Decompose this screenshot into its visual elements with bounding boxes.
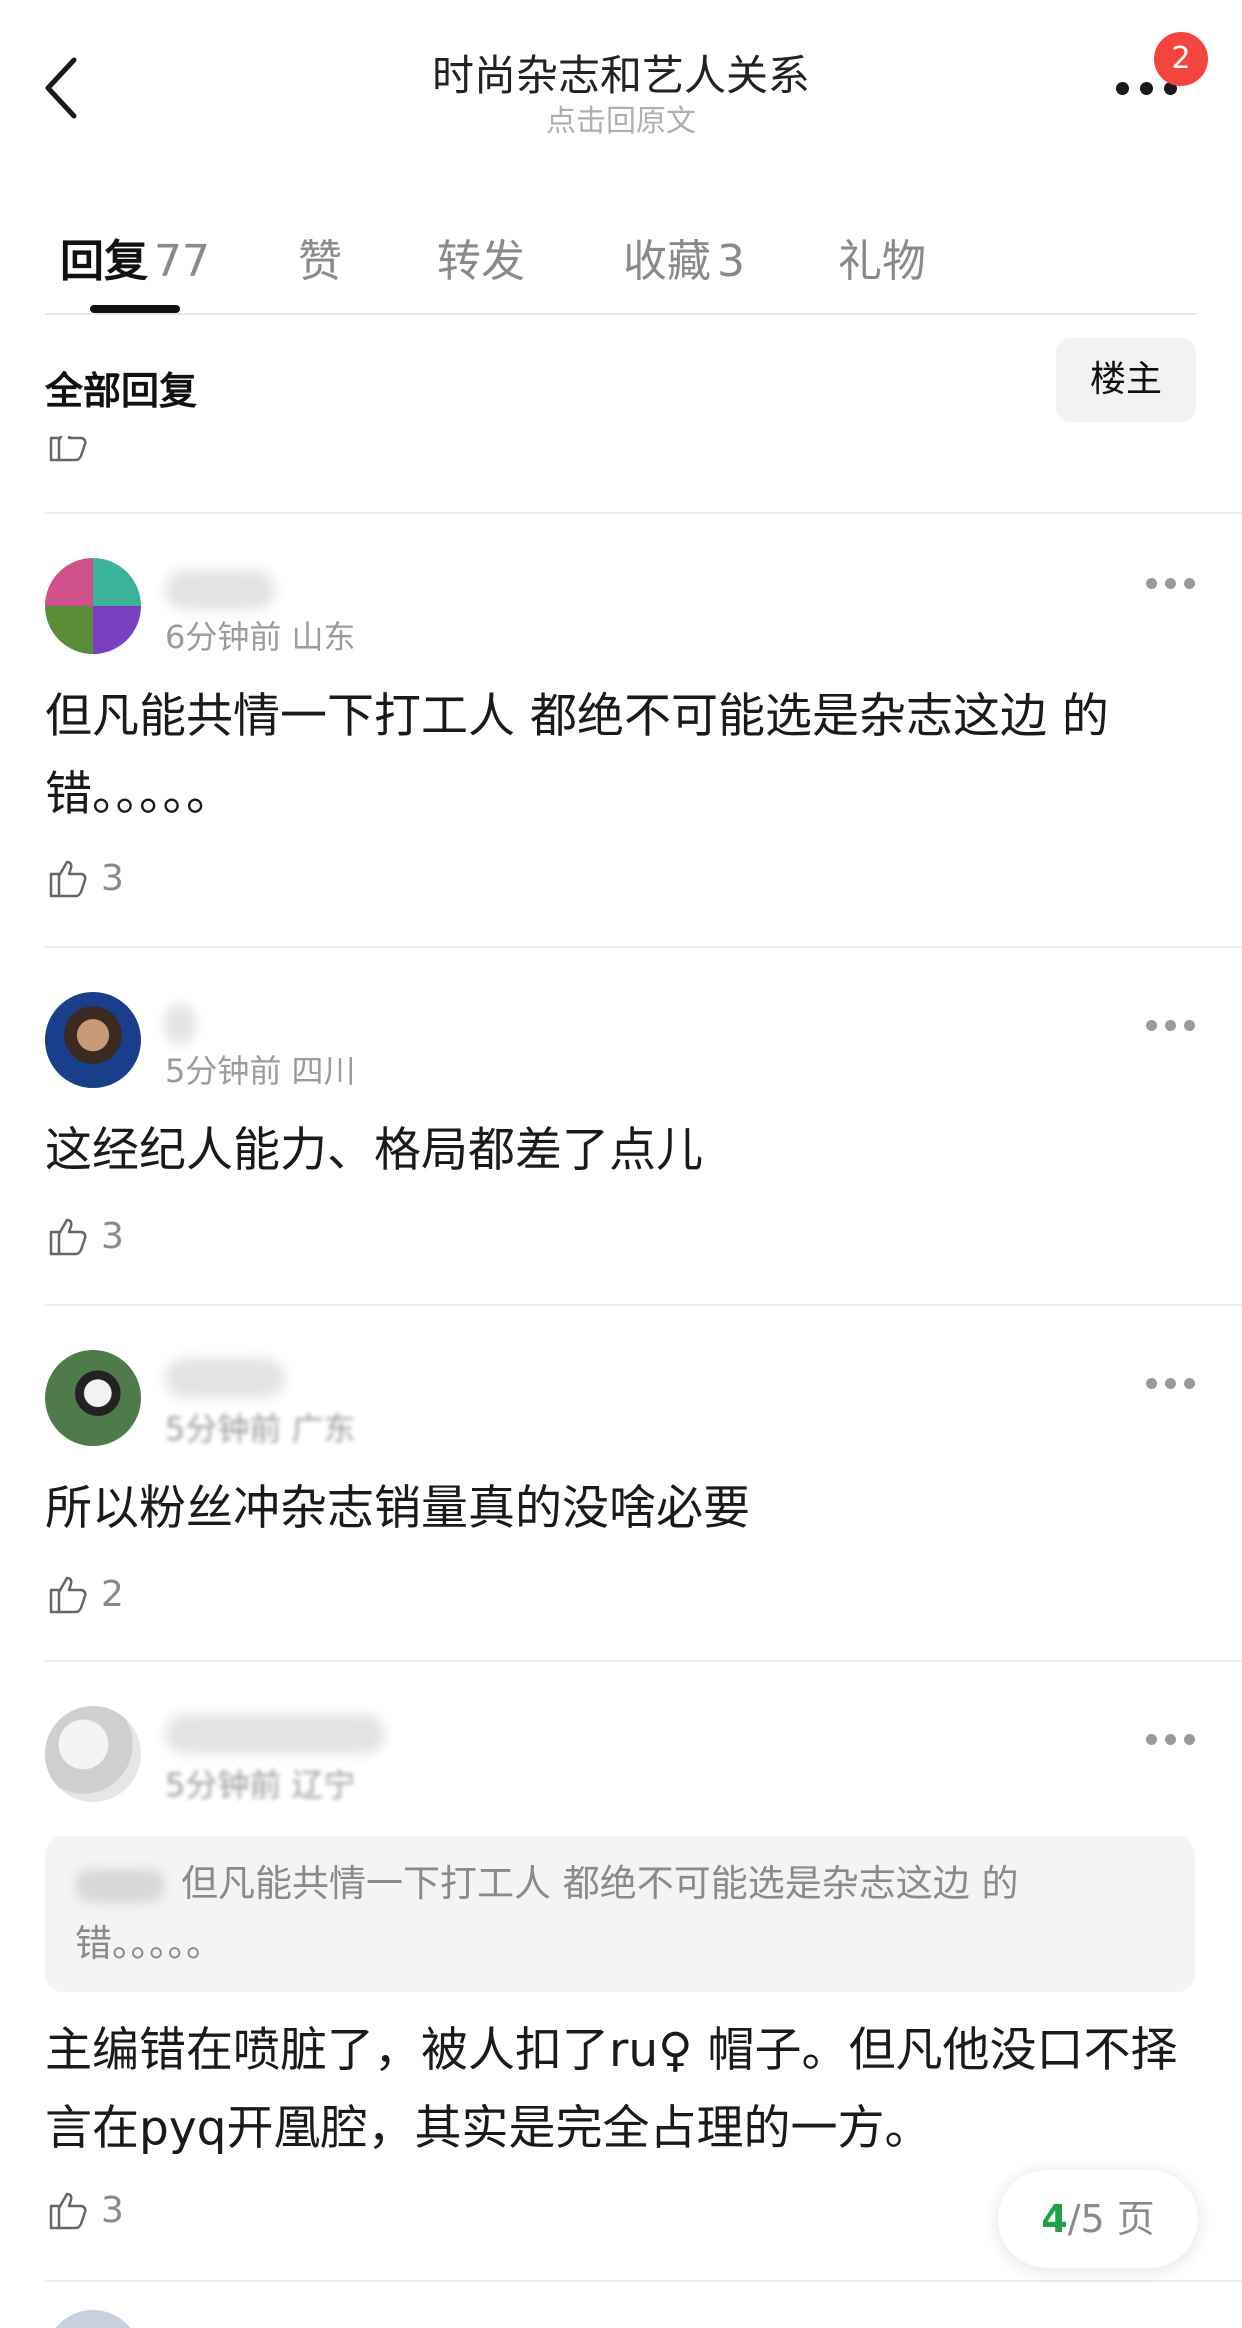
page-indicator[interactable]: 4/5 页 — [998, 2170, 1198, 2268]
comment-meta: 5分钟前 辽宁 — [165, 1766, 356, 1804]
more-horizontal-icon — [1146, 1734, 1157, 1745]
tab-label: 赞 — [298, 236, 342, 287]
page-title[interactable]: 时尚杂志和艺人关系 — [0, 42, 1242, 103]
divider — [45, 2280, 1242, 2282]
more-dot — [1184, 1378, 1195, 1389]
username-blurred[interactable] — [165, 1358, 285, 1398]
tab-label: 礼物 — [838, 236, 926, 287]
like-button[interactable]: 3 — [45, 2182, 124, 2238]
avatar[interactable] — [45, 1706, 141, 1802]
thumbs-up-icon — [45, 436, 95, 466]
tab-active-indicator — [90, 305, 180, 313]
header: 时尚杂志和艺人关系 点击回原文 2 — [0, 0, 1242, 150]
quoted-text: 但凡能共情一下打工人 都绝不可能选是杂志这边 的错。。。。。 — [75, 1862, 1019, 1965]
total-pages: /5 页 — [1067, 2197, 1155, 2241]
thumbs-up-icon — [49, 1576, 87, 1614]
comment-more-button[interactable] — [1146, 574, 1198, 594]
comment-text: 主编错在喷脏了，被人扣了ru♀ 帽子。但凡他没口不择言在pyq开凰腔，其实是完全… — [45, 2023, 1178, 2156]
quoted-username-blurred — [75, 1868, 165, 1903]
more-dot — [1140, 82, 1153, 95]
like-button[interactable]: 3 — [45, 1208, 124, 1264]
more-dot — [1184, 1734, 1195, 1745]
divider — [45, 946, 1242, 948]
current-page: 4 — [1041, 2197, 1068, 2241]
thumbs-up-icon — [49, 860, 87, 898]
avatar[interactable] — [45, 2310, 141, 2328]
more-dot — [1165, 1378, 1176, 1389]
tab-label: 回复 — [60, 236, 148, 287]
all-replies-label: 全部回复 — [45, 369, 198, 413]
like-count: 3 — [101, 857, 124, 899]
tab-label: 收藏 — [623, 236, 711, 287]
like-count: 2 — [101, 1573, 124, 1615]
tab-bar: 回复 77 赞 转发 收藏 3 礼物 — [0, 205, 1242, 315]
divider — [45, 1660, 1242, 1662]
thumbs-up-icon — [49, 1218, 87, 1256]
more-dot — [1165, 1734, 1176, 1745]
tab-gifts[interactable]: 礼物 — [838, 225, 926, 289]
comment-more-button[interactable] — [1146, 1374, 1198, 1394]
username-blurred[interactable] — [165, 1714, 385, 1754]
more-dot — [1184, 578, 1195, 589]
divider — [45, 512, 1242, 514]
comment-more-button[interactable] — [1146, 1730, 1198, 1750]
like-button[interactable]: 3 — [45, 850, 124, 906]
tab-favorites[interactable]: 收藏 3 — [623, 225, 745, 289]
tab-count: 77 — [154, 236, 210, 287]
back-to-original-link[interactable]: 点击回原文 — [0, 96, 1242, 140]
like-count: 3 — [101, 2189, 124, 2231]
thumbs-up-icon — [49, 2192, 87, 2230]
comment-meta: 5分钟前 广东 — [165, 1410, 356, 1448]
tab-replies[interactable]: 回复 77 — [60, 225, 210, 289]
comment-more-button[interactable] — [1146, 1016, 1198, 1036]
more-dot — [1184, 1020, 1195, 1031]
tab-reposts[interactable]: 转发 — [437, 225, 525, 289]
divider — [45, 313, 1197, 315]
avatar[interactable] — [45, 1350, 141, 1446]
notification-badge: 2 — [1154, 32, 1208, 86]
more-dot — [1165, 578, 1176, 589]
more-horizontal-icon — [1116, 82, 1129, 95]
username-blurred[interactable] — [165, 1004, 195, 1044]
username-blurred[interactable] — [165, 570, 275, 610]
more-dot — [1165, 1020, 1176, 1031]
comment-meta: 6分钟前 山东 — [165, 618, 356, 656]
like-count: 3 — [101, 1215, 124, 1257]
tab-likes[interactable]: 赞 — [298, 225, 342, 289]
more-horizontal-icon — [1146, 1020, 1157, 1031]
more-horizontal-icon — [1146, 1378, 1157, 1389]
comment-text: 所以粉丝冲杂志销量真的没啥必要 — [45, 1481, 750, 1536]
comment-text: 但凡能共情一下打工人 都绝不可能选是杂志这边 的错。。。。。 — [45, 689, 1109, 822]
comment-text: 这经纪人能力、格局都差了点儿 — [45, 1123, 703, 1178]
avatar[interactable] — [45, 992, 141, 1088]
quoted-reply[interactable]: 但凡能共情一下打工人 都绝不可能选是杂志这边 的错。。。。。 — [45, 1836, 1195, 1992]
like-button[interactable]: 2 — [45, 1566, 124, 1622]
comment-meta: 5分钟前 四川 — [165, 1052, 356, 1090]
more-horizontal-icon — [1146, 578, 1157, 589]
tab-label: 转发 — [437, 236, 525, 287]
divider — [45, 1304, 1242, 1306]
tab-count: 3 — [717, 236, 745, 287]
owner-only-button[interactable]: 楼主 — [1056, 338, 1196, 422]
avatar[interactable] — [45, 558, 141, 654]
